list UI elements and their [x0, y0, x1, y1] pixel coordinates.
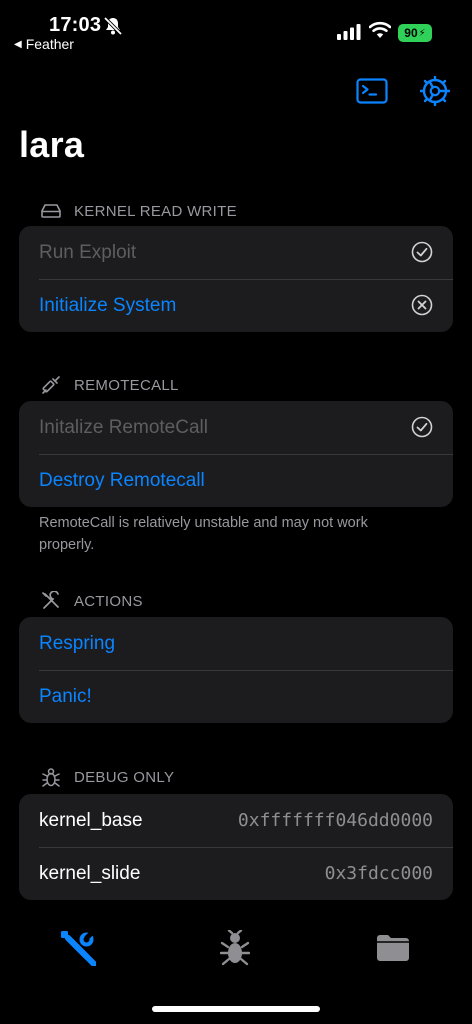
- section-header-label: KERNEL READ WRITE: [74, 202, 237, 220]
- page-title: lara: [19, 124, 85, 165]
- kernel-slide-label: kernel_slide: [39, 862, 141, 884]
- run-exploit-label: Run Exploit: [39, 241, 137, 263]
- syringe-icon: [40, 374, 62, 396]
- respring-row[interactable]: Respring: [19, 617, 453, 670]
- signal-icon: [337, 24, 361, 40]
- section-header-kernel: KERNEL READ WRITE: [40, 200, 237, 222]
- back-triangle-icon: ◀: [14, 38, 22, 50]
- kernel-base-value: 0xfffffff046dd0000: [237, 810, 433, 831]
- tools-icon: [40, 590, 62, 612]
- section-header-label: ACTIONS: [74, 592, 143, 610]
- xmark-circle-icon: [411, 294, 433, 316]
- tab-files[interactable]: [373, 928, 413, 968]
- tab-debug[interactable]: [215, 928, 255, 968]
- initialize-system-label: Initialize System: [39, 294, 177, 316]
- bell-slash-icon: [103, 16, 123, 36]
- destroy-remotecall-row[interactable]: Destroy Remotecall: [19, 454, 453, 507]
- ant-icon: [220, 930, 250, 966]
- section-header-label: DEBUG ONLY: [74, 768, 175, 786]
- gear-icon: [420, 76, 450, 106]
- terminal-button[interactable]: [355, 74, 389, 108]
- section-header-label: REMOTECALL: [74, 376, 179, 394]
- kernel-base-row: kernel_base 0xfffffff046dd0000: [19, 794, 453, 847]
- wifi-icon: [369, 21, 391, 38]
- status-time: 17:03: [49, 14, 102, 36]
- initialize-remotecall-row[interactable]: Initalize RemoteCall: [19, 401, 453, 454]
- kernel-group: Run Exploit Initialize System: [19, 226, 453, 332]
- wrench-screwdriver-icon: [61, 931, 96, 966]
- battery-level: 90: [404, 26, 418, 40]
- section-header-debug: DEBUG ONLY: [40, 766, 174, 788]
- debug-group: kernel_base 0xfffffff046dd0000 kernel_sl…: [19, 794, 453, 900]
- checkmark-circle-icon: [411, 416, 433, 438]
- kernel-base-label: kernel_base: [39, 809, 143, 831]
- run-exploit-row[interactable]: Run Exploit: [19, 226, 453, 279]
- bolt-icon: ⚡: [418, 27, 426, 39]
- drive-icon: [40, 200, 62, 222]
- initialize-remotecall-label: Initalize RemoteCall: [39, 416, 208, 438]
- remotecall-footnote: RemoteCall is relatively unstable and ma…: [39, 515, 368, 553]
- tab-bar: [0, 914, 472, 980]
- home-indicator[interactable]: [152, 1006, 320, 1012]
- section-header-actions: ACTIONS: [40, 590, 143, 612]
- back-app-label: Feather: [25, 36, 74, 52]
- terminal-icon: [356, 78, 388, 104]
- panic-label: Panic!: [39, 685, 92, 707]
- initialize-system-row[interactable]: Initialize System: [19, 279, 453, 332]
- respring-label: Respring: [39, 632, 116, 654]
- kernel-slide-row: kernel_slide 0x3fdcc000: [19, 847, 453, 900]
- kernel-slide-value: 0x3fdcc000: [324, 863, 433, 884]
- status-bar: 17:03 ◀ Feather 90 ⚡: [0, 0, 472, 56]
- actions-group: Respring Panic!: [19, 617, 453, 723]
- battery-indicator: 90 ⚡: [398, 24, 432, 42]
- folder-icon: [377, 935, 409, 961]
- section-header-remotecall: REMOTECALL: [40, 374, 179, 396]
- remotecall-group: Initalize RemoteCall Destroy Remotecall: [19, 401, 453, 507]
- tab-tools[interactable]: [58, 928, 98, 968]
- checkmark-circle-icon: [411, 241, 433, 263]
- destroy-remotecall-label: Destroy Remotecall: [39, 469, 205, 491]
- settings-button[interactable]: [418, 74, 452, 108]
- back-to-app-button[interactable]: ◀ Feather: [14, 36, 74, 52]
- panic-row[interactable]: Panic!: [19, 670, 453, 723]
- ant-icon: [40, 766, 62, 788]
